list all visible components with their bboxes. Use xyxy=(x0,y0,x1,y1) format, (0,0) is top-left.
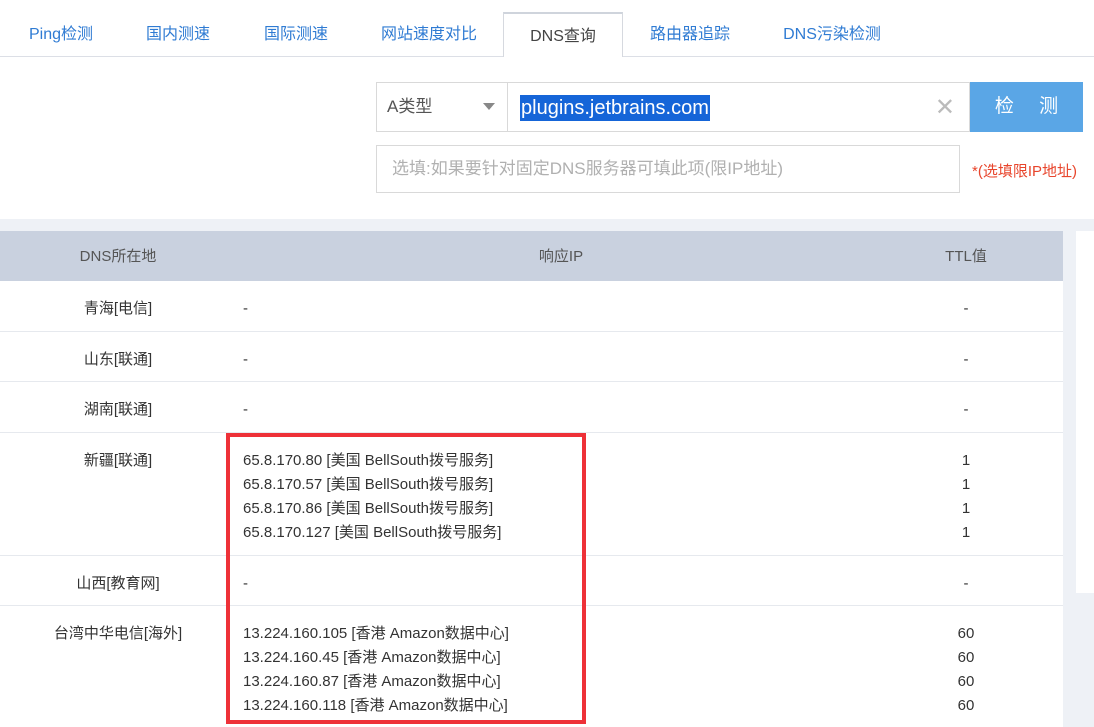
row-ttl: 60 xyxy=(957,649,975,666)
header-ttl: TTL值 xyxy=(945,248,987,265)
chevron-down-icon xyxy=(483,103,495,110)
row-ttl: 1 xyxy=(961,452,971,469)
row-location: 新疆[联通] xyxy=(83,452,153,469)
dns-server-input[interactable]: 选填:如果要针对固定DNS服务器可填此项(限IP地址) xyxy=(376,145,960,193)
row-ttl: 60 xyxy=(957,625,975,642)
tab-ping[interactable]: Ping检测 xyxy=(14,12,108,57)
row-location: 青海[电信] xyxy=(83,300,153,317)
tab-bar: Ping检测 国内测速 国际测速 网站速度对比 DNS查询 路由器追踪 DNS污… xyxy=(0,0,1094,58)
header-response-ip: 响应IP xyxy=(538,248,584,265)
record-type-select[interactable]: A类型 xyxy=(376,82,508,132)
record-type-value: A类型 xyxy=(387,97,433,116)
domain-input[interactable]: plugins.jetbrains.com ✕ xyxy=(507,82,970,132)
row-location: 山东[联通] xyxy=(83,351,153,368)
tab-domestic-speed[interactable]: 国内测速 xyxy=(130,12,226,57)
row-ttl: 1 xyxy=(961,524,971,541)
row-ttl: 1 xyxy=(961,476,971,493)
domain-input-value: plugins.jetbrains.com xyxy=(520,95,710,121)
row-ttl: - xyxy=(963,575,969,592)
row-location: 台湾中华电信[海外] xyxy=(53,625,183,642)
row-ttl: 1 xyxy=(961,500,971,517)
highlight-annotation xyxy=(226,433,586,724)
row-ttl: - xyxy=(963,351,969,368)
row-ttl: - xyxy=(963,401,969,418)
tab-traceroute[interactable]: 路由器追踪 xyxy=(634,12,746,57)
table-header: DNS所在地 响应IP TTL值 xyxy=(0,231,1063,281)
table-row: 湖南[联通] - - xyxy=(0,382,1063,433)
side-panel xyxy=(1076,231,1094,593)
table-row: 山东[联通] - - xyxy=(0,332,1063,382)
header-location: DNS所在地 xyxy=(79,248,157,265)
tab-dns-query[interactable]: DNS查询 xyxy=(503,12,623,58)
row-location: 山西[教育网] xyxy=(76,575,160,592)
query-form: A类型 plugins.jetbrains.com ✕ 检 测 选填:如果要针对… xyxy=(0,57,1094,219)
row-ip: - xyxy=(243,401,248,418)
tab-dns-pollution[interactable]: DNS污染检测 xyxy=(768,12,896,57)
row-ttl: - xyxy=(963,300,969,317)
row-ttl: 60 xyxy=(957,697,975,714)
row-ip: - xyxy=(243,351,248,368)
tab-site-speed-compare[interactable]: 网站速度对比 xyxy=(366,12,492,57)
row-ttl: 60 xyxy=(957,673,975,690)
dns-server-hint: *(选填限IP地址) xyxy=(972,163,1078,180)
check-button[interactable]: 检 测 xyxy=(970,82,1083,132)
row-ip: - xyxy=(243,300,248,317)
close-icon[interactable]: ✕ xyxy=(935,95,955,121)
table-row: 青海[电信] - - xyxy=(0,281,1063,332)
row-location: 湖南[联通] xyxy=(83,401,153,418)
tab-international-speed[interactable]: 国际测速 xyxy=(248,12,344,57)
